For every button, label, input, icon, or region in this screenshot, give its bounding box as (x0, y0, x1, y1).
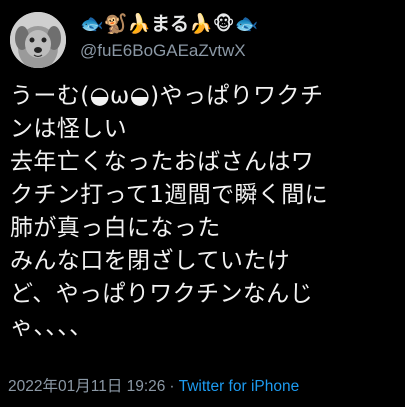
tweet-text-line: 去年亡くなったおばさんはワ (10, 149, 315, 175)
tweet-text-line: みんな口を閉ざしていたけ (10, 248, 291, 274)
tweet-source-link[interactable]: Twitter for iPhone (179, 378, 300, 395)
dog-avatar-icon (10, 12, 66, 68)
tweet-text-line: ゃ、、、、 (10, 314, 93, 340)
tweet-text-line: ンは怪しい (10, 116, 127, 142)
tweet-meta: 2022年01月11日 19:26 · Twitter for iPhone (8, 377, 299, 397)
meta-separator: · (169, 378, 175, 395)
tweet-text-line: うーむ(◒ω◒)やっぱりワクチ (10, 83, 324, 109)
tweet-text: うーむ(◒ω◒)やっぱりワクチ ンは怪しい 去年亡くなったおばさんはワ クチン打… (10, 80, 402, 344)
tweet-text-line: クチン打って1週間で瞬く間に (10, 182, 329, 208)
author-display-name[interactable]: 🐟🐒🍌まる🍌🐵🐟 (80, 12, 258, 36)
author-avatar[interactable] (10, 12, 66, 68)
tweet-text-line: ど、やっぱりワクチンなんじ (10, 281, 314, 307)
tweet-text-line: 肺が真っ白になった (10, 215, 221, 241)
tweet-card: 🐟🐒🍌まる🍌🐵🐟 @fuE6BoGAEaZvtwX うーむ(◒ω◒)やっぱりワク… (0, 0, 405, 407)
tweet-timestamp[interactable]: 2022年01月11日 19:26 (8, 378, 165, 395)
author-handle[interactable]: @fuE6BoGAEaZvtwX (80, 40, 246, 62)
